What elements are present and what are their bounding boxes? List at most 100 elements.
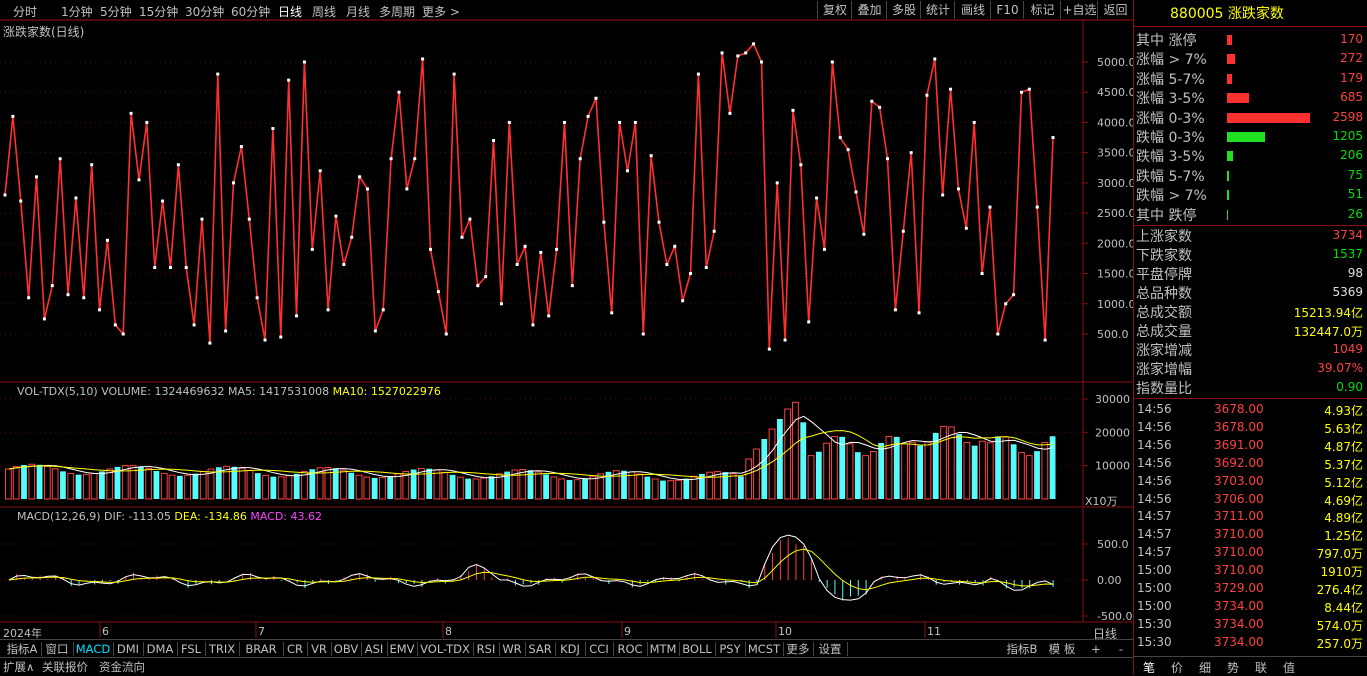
indicator-tab-0[interactable]: 指标A xyxy=(3,642,42,656)
data-point xyxy=(342,262,346,266)
indicator-tab-5[interactable]: FSL xyxy=(177,642,206,656)
indicator-tab-10[interactable]: OBV xyxy=(331,642,362,656)
data-point xyxy=(822,247,826,251)
data-point xyxy=(326,308,330,312)
indicator-tab-24[interactable]: 更多 xyxy=(783,642,814,656)
indicator-tab-17[interactable]: KDJ xyxy=(555,642,586,656)
indicator-tab-19[interactable]: ROC xyxy=(613,642,648,656)
data-point xyxy=(373,329,377,333)
indicator-right-tab-2[interactable]: + xyxy=(1086,642,1106,656)
data-point xyxy=(153,266,157,270)
data-point xyxy=(216,72,220,76)
dist-value-7: 75 xyxy=(1347,167,1363,182)
macd-title: MACD(12,26,9) xyxy=(17,510,101,523)
volume-ma5: MA5: 1417531008 xyxy=(227,385,330,398)
indicator-tab-14[interactable]: RSI xyxy=(473,642,500,656)
sidebar-tab-0[interactable]: 笔 xyxy=(1137,659,1161,675)
ytick-label: 3500.0 xyxy=(1097,147,1133,160)
indicator-right-tab-0[interactable]: 指标B xyxy=(1003,642,1041,656)
indicator-tab-21[interactable]: BOLL xyxy=(679,642,716,656)
data-point xyxy=(397,90,401,94)
indicator-tab-23[interactable]: MCST xyxy=(745,642,784,656)
data-point xyxy=(980,272,984,276)
month-label-8: 8 xyxy=(445,625,452,638)
data-point xyxy=(949,87,953,91)
stat-value-4: 15213.94亿 xyxy=(1293,306,1363,320)
data-point xyxy=(657,220,661,224)
data-point xyxy=(996,332,1000,336)
indicator-tab-16[interactable]: SAR xyxy=(525,642,556,656)
data-point xyxy=(224,329,228,333)
data-point xyxy=(302,60,306,64)
indicator-tab-22[interactable]: PSY xyxy=(715,642,746,656)
tick-volume-1: 5.63亿 xyxy=(1324,421,1363,436)
ytick-label: 500.0 xyxy=(1097,328,1129,341)
dist-value-4: 2598 xyxy=(1332,109,1363,124)
indicator-tab-18[interactable]: CCI xyxy=(585,642,614,656)
data-point xyxy=(350,235,354,239)
sidebar-tab-1[interactable]: 价 xyxy=(1165,659,1189,675)
dist-bar-0 xyxy=(1227,35,1232,45)
sidebar-tab-5[interactable]: 值 xyxy=(1277,659,1301,675)
data-point xyxy=(815,196,819,200)
data-point xyxy=(870,99,874,103)
indicator-tab-11[interactable]: ASI xyxy=(361,642,388,656)
indicator-tab-15[interactable]: WR xyxy=(499,642,526,656)
indicator-tab-7[interactable]: BRAR xyxy=(239,642,284,656)
dist-value-9: 26 xyxy=(1347,206,1363,221)
tick-price-6: 3711.00 xyxy=(1214,509,1264,524)
macd-bars xyxy=(16,538,1054,601)
indicator-tab-4[interactable]: DMA xyxy=(143,642,178,656)
indicator-tab-1[interactable]: 窗口 xyxy=(41,642,74,656)
tick-volume-12: 574.0万 xyxy=(1316,618,1363,633)
data-point xyxy=(19,199,23,203)
dist-bar-8 xyxy=(1227,190,1229,201)
sidebar-tab-4[interactable]: 联 xyxy=(1249,659,1273,675)
data-point xyxy=(673,244,677,248)
data-point xyxy=(539,250,543,254)
tick-volume-2: 4.87亿 xyxy=(1324,439,1363,454)
stat-value-8: 0.90 xyxy=(1336,380,1363,394)
indicator-tab-6[interactable]: TRIX xyxy=(205,642,240,656)
volume-unit: X10万 xyxy=(1085,495,1118,508)
footer-tab-0[interactable]: 扩展∧ xyxy=(3,660,34,674)
stat-label-1: 下跌家数 xyxy=(1136,248,1192,264)
stat-label-6: 涨家增减 xyxy=(1136,343,1192,359)
data-point xyxy=(1051,136,1055,140)
stat-label-5: 总成交量 xyxy=(1136,324,1192,340)
sidebar-tab-3[interactable]: 势 xyxy=(1221,659,1245,675)
data-point xyxy=(413,157,417,161)
data-point xyxy=(239,145,243,149)
tick-price-7: 3710.00 xyxy=(1214,527,1264,542)
indicator-tab-9[interactable]: VR xyxy=(307,642,332,656)
indicator-tab-12[interactable]: EMV xyxy=(387,642,418,656)
data-point xyxy=(562,120,566,124)
tick-time-12: 15:30 xyxy=(1137,616,1172,631)
month-label-9: 9 xyxy=(624,625,631,638)
data-point xyxy=(208,341,212,345)
dist-bar-4 xyxy=(1227,112,1311,123)
indicator-tab-20[interactable]: MTM xyxy=(647,642,680,656)
indicator-tab-2[interactable]: MACD xyxy=(73,642,114,656)
indicator-right-tab-1[interactable]: 模 板 xyxy=(1044,642,1080,656)
indicator-tab-25[interactable]: 设置 xyxy=(813,642,848,656)
data-point xyxy=(736,54,740,58)
dist-value-3: 685 xyxy=(1340,90,1363,105)
indicator-tab-13[interactable]: VOL-TDX xyxy=(417,642,474,656)
data-point xyxy=(168,266,172,270)
data-point xyxy=(972,120,976,124)
data-point xyxy=(484,275,488,279)
sidebar-tab-2[interactable]: 细 xyxy=(1193,659,1217,675)
data-point xyxy=(507,120,511,124)
ytick-label: 1000.0 xyxy=(1097,298,1133,311)
data-point xyxy=(405,187,409,191)
tick-volume-11: 8.44亿 xyxy=(1324,600,1363,615)
indicator-tab-3[interactable]: DMI xyxy=(113,642,144,656)
data-point xyxy=(82,296,86,300)
footer-tab-1[interactable]: 关联报价 xyxy=(42,660,88,674)
volume-header: VOL-TDX(5,10) VOLUME: 1324469632 MA5: 14… xyxy=(17,385,441,398)
indicator-right-tab-3[interactable]: - xyxy=(1111,642,1131,656)
dist-label-6: 跌幅 3-5% xyxy=(1136,149,1205,166)
footer-tab-2[interactable]: 资金流向 xyxy=(99,660,145,674)
indicator-tab-8[interactable]: CR xyxy=(283,642,308,656)
